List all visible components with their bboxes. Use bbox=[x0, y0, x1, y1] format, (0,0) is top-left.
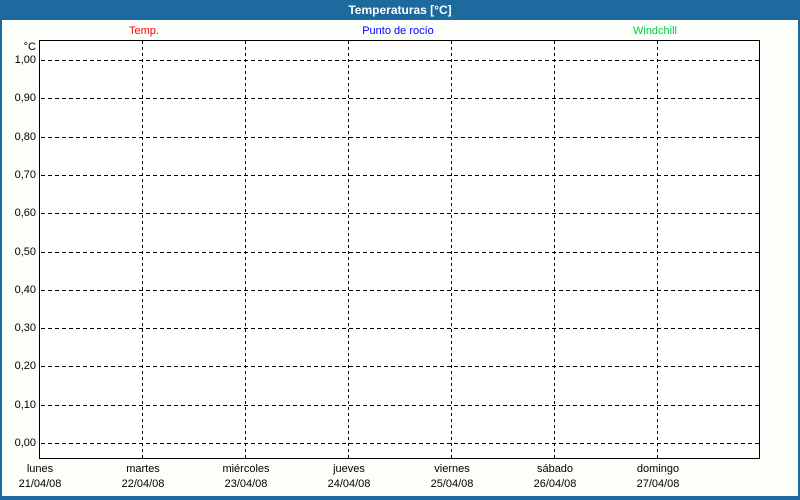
y-axis-unit-label: °C bbox=[23, 41, 36, 53]
chart-layer: °C 0,00 0,10 0,20 0,30 0,40 0,50 0,60 0,70 0,80 0… bbox=[0, 0, 800, 500]
x-day-label: martes bbox=[126, 463, 160, 475]
grid-v-line bbox=[657, 41, 658, 458]
y-tick-label: 0,20 bbox=[14, 360, 36, 372]
grid-h-line bbox=[40, 137, 759, 138]
y-tick-label: 1,00 bbox=[14, 54, 36, 66]
x-day-label: viernes bbox=[434, 463, 470, 475]
x-day-label: domingo bbox=[636, 463, 680, 475]
grid-v-line bbox=[142, 41, 143, 458]
grid-h-line bbox=[40, 175, 759, 176]
grid-h-line bbox=[40, 405, 759, 406]
grid-h-line bbox=[40, 252, 759, 253]
x-date-label: 26/04/08 bbox=[533, 478, 577, 490]
grid-v-line bbox=[348, 41, 349, 458]
grid-h-line bbox=[40, 328, 759, 329]
grid-h-line bbox=[40, 443, 759, 444]
grid-h-line bbox=[40, 98, 759, 99]
y-tick-label: 0,10 bbox=[14, 399, 36, 411]
grid-v-line bbox=[554, 41, 555, 458]
y-tick-label: 0,30 bbox=[14, 322, 36, 334]
x-day-label: sábado bbox=[536, 463, 574, 475]
grid-h-line bbox=[40, 213, 759, 214]
grid-h-line bbox=[40, 290, 759, 291]
legend-item: Punto de rocío bbox=[362, 25, 434, 37]
legend-item: Windchill bbox=[632, 25, 678, 37]
y-tick-label: 0,90 bbox=[14, 92, 36, 104]
plot-area bbox=[39, 40, 760, 459]
y-tick-label: 0,80 bbox=[14, 131, 36, 143]
y-tick-label: 0,00 bbox=[14, 437, 36, 449]
grid-h-line bbox=[40, 60, 759, 61]
grid-v-line bbox=[451, 41, 452, 458]
y-tick-label: 0,70 bbox=[14, 169, 36, 181]
y-tick-label: 0,40 bbox=[14, 284, 36, 296]
x-date-label: 22/04/08 bbox=[121, 478, 165, 490]
y-tick-label: 0,50 bbox=[14, 246, 36, 258]
x-date-label: 25/04/08 bbox=[430, 478, 474, 490]
x-date-label: 27/04/08 bbox=[636, 478, 680, 490]
x-date-label: 24/04/08 bbox=[327, 478, 371, 490]
x-date-label: 21/04/08 bbox=[18, 478, 62, 490]
x-day-label: miércoles bbox=[222, 463, 270, 475]
y-tick-label: 0,60 bbox=[14, 207, 36, 219]
chart-window: Temperaturas [°C] °C 0,00 0,10 0,20 0,30 0,4… bbox=[0, 0, 800, 500]
x-day-label: lunes bbox=[26, 463, 54, 475]
x-day-label: jueves bbox=[333, 463, 365, 475]
legend-item: Temp. bbox=[129, 25, 159, 37]
x-date-label: 23/04/08 bbox=[224, 478, 268, 490]
grid-v-line bbox=[245, 41, 246, 458]
grid-h-line bbox=[40, 366, 759, 367]
